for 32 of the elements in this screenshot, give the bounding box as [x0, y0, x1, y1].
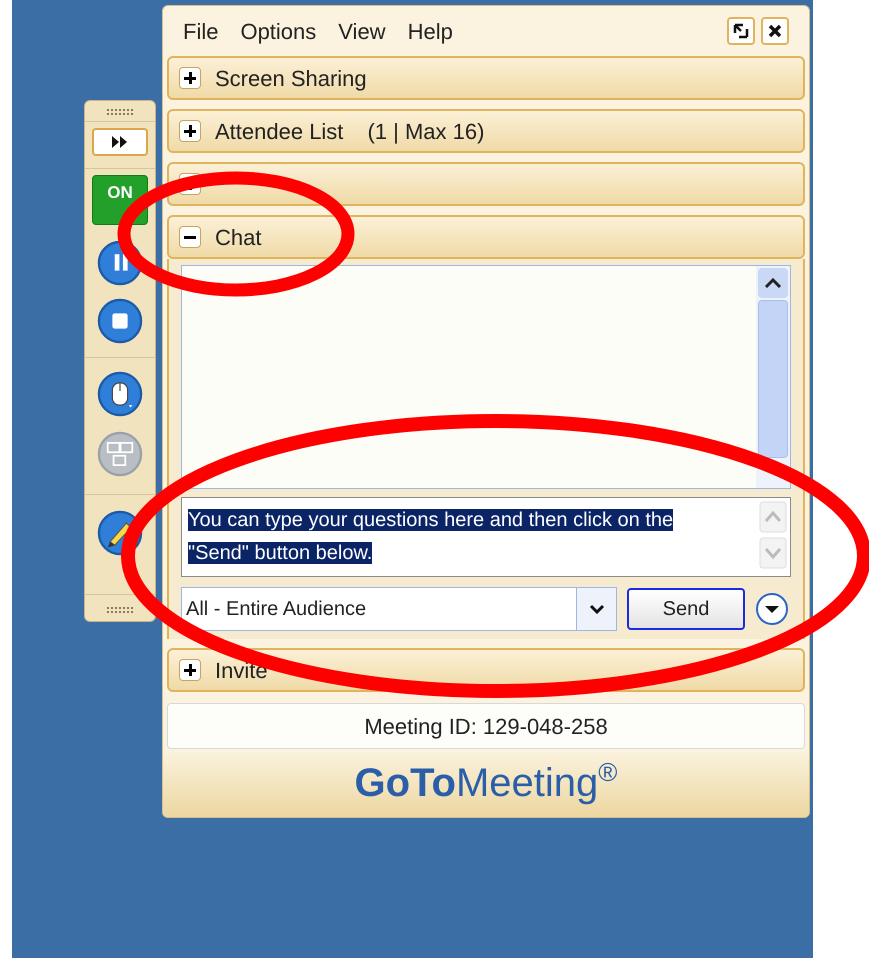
close-button[interactable]	[761, 17, 789, 45]
scrollbar[interactable]	[756, 266, 790, 488]
fast-forward-button[interactable]	[92, 128, 148, 156]
menu-item[interactable]: File	[183, 14, 218, 48]
restore-button[interactable]	[727, 17, 755, 45]
scroll-thumb[interactable]	[758, 300, 788, 458]
section-header[interactable]: Screen Sharing	[167, 56, 805, 100]
close-icon	[768, 24, 782, 38]
stop-icon[interactable]	[96, 297, 144, 345]
attendee-count: (1 | Max 16)	[367, 118, 484, 146]
grip-icon[interactable]	[107, 607, 133, 613]
grip-icon[interactable]	[107, 109, 133, 115]
chevron-down-icon[interactable]	[755, 592, 789, 626]
restore-icon	[733, 23, 749, 39]
expand-icon	[179, 67, 201, 89]
send-button[interactable]: Send	[627, 588, 745, 630]
collapse-icon	[179, 226, 201, 248]
menu-item[interactable]: Help	[408, 14, 453, 48]
logo: GoToMeeting®	[354, 756, 618, 807]
menu-item[interactable]: Options	[240, 14, 316, 48]
section-header[interactable]: Chat	[167, 215, 805, 259]
menu-item[interactable]: View	[338, 14, 386, 48]
chevron-down-icon	[588, 604, 604, 614]
meeting-id: Meeting ID: 129-048-258	[167, 703, 805, 749]
mouse-icon[interactable]	[96, 370, 144, 418]
recipient-dropdown[interactable]: All - Entire Audience	[181, 587, 617, 631]
section-header[interactable]: Attendee List (1 | Max 16)	[167, 109, 805, 153]
expand-icon	[179, 120, 201, 142]
scroll-up-icon[interactable]	[764, 278, 782, 288]
expand-icon	[179, 659, 201, 681]
section-header[interactable]	[167, 162, 805, 206]
pen-icon[interactable]	[96, 509, 144, 557]
